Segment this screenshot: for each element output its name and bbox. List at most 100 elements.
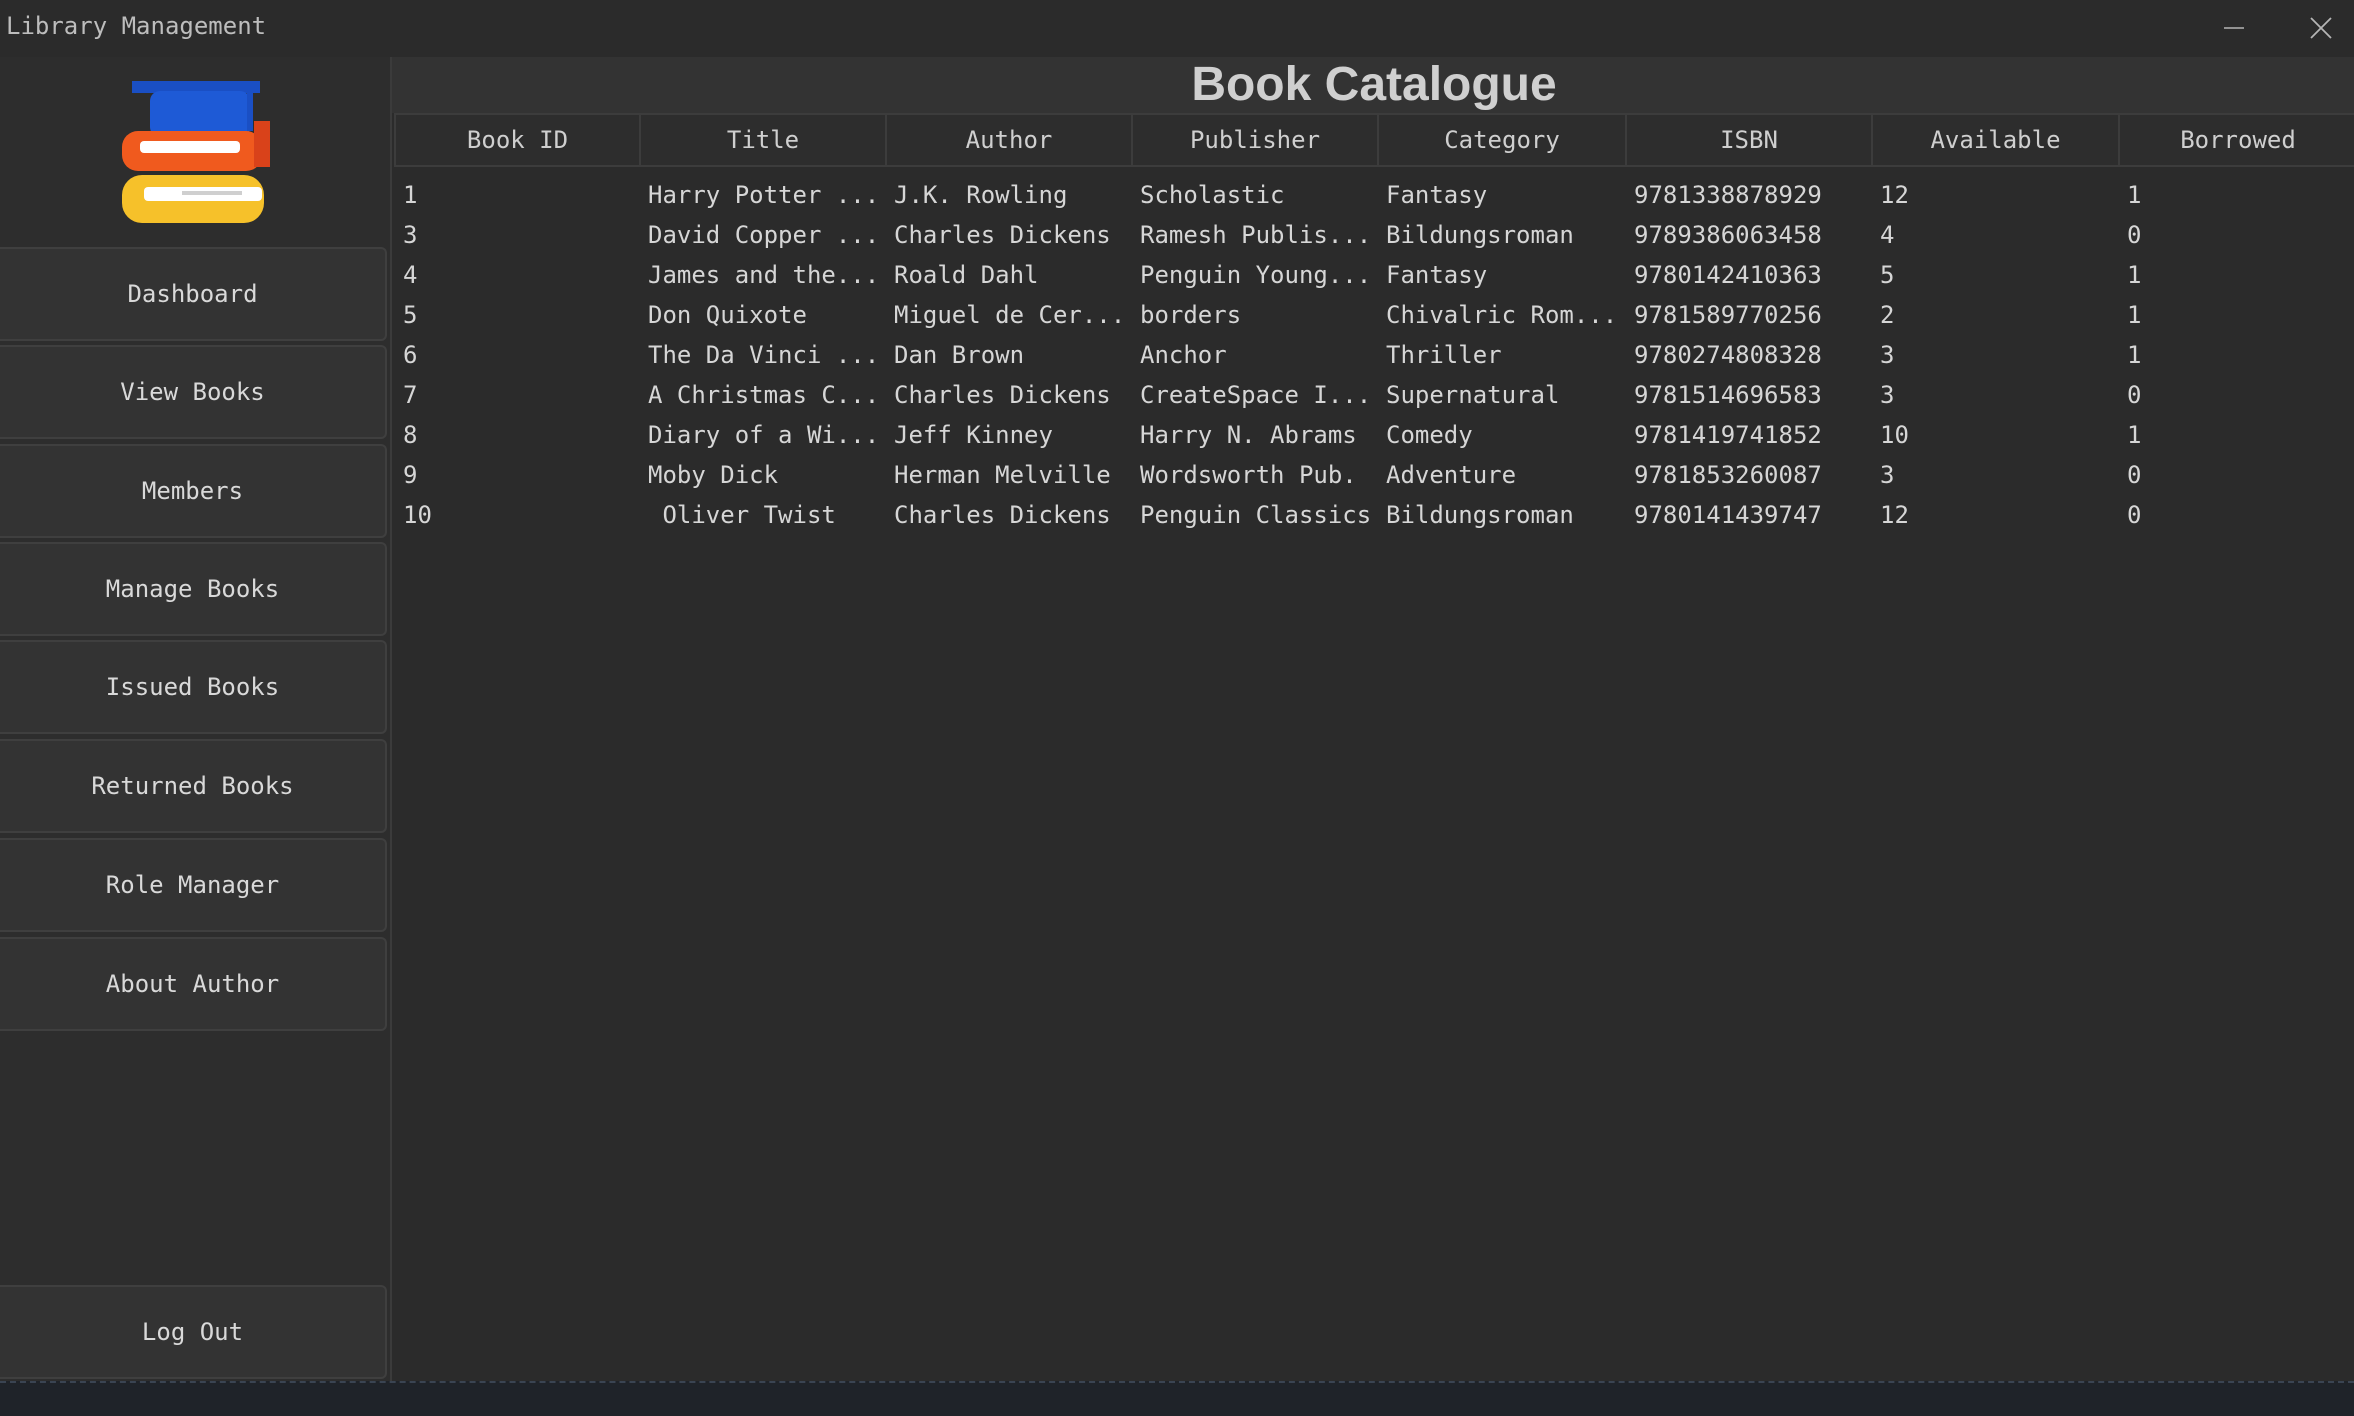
column-header-available[interactable]: Available <box>1871 113 2120 167</box>
table-row[interactable]: 9 Moby Dick Herman Melville Wordsworth Pub.… <box>395 455 2354 495</box>
cell-isbn: 9781853260087 <box>1634 461 1822 489</box>
window-title: Library Management <box>6 12 267 40</box>
logout-button[interactable]: Log Out <box>0 1285 387 1379</box>
cell-borrowed: 0 <box>2127 501 2142 529</box>
cell-category: Chivalric Rom... <box>1386 301 1618 329</box>
sidebar: Dashboard View Books Members Manage Book… <box>0 57 390 1381</box>
cell-isbn: 9780142410363 <box>1634 261 1822 289</box>
nav-manage-books-button[interactable]: Manage Books <box>0 542 387 636</box>
cell-publisher: Penguin Young... <box>1140 261 1372 289</box>
cell-author: Herman Melville <box>894 461 1111 489</box>
table-row[interactable]: 8 Diary of a Wi... Jeff Kinney Harry N. Abr… <box>395 415 2354 455</box>
cell-title: Don Quixote <box>648 301 807 329</box>
cell-book-id: 7 <box>403 381 418 409</box>
cell-book-id: 8 <box>403 421 418 449</box>
table-row[interactable]: 3 David Copper ... Charles Dickens Ramesh P… <box>395 215 2354 255</box>
cell-available: 3 <box>1880 381 1895 409</box>
cell-category: Bildungsroman <box>1386 221 1574 249</box>
column-header-book-id[interactable]: Book ID <box>394 113 641 167</box>
title-bar: Library Management <box>0 0 2354 57</box>
cell-category: Adventure <box>1386 461 1517 489</box>
nav-dashboard-label: Dashboard <box>127 280 258 308</box>
cell-title: Diary of a Wi... <box>648 421 880 449</box>
column-header-publisher[interactable]: Publisher <box>1131 113 1379 167</box>
cell-title: Moby Dick <box>648 461 779 489</box>
table-row[interactable]: 6 The Da Vinci ... Dan Brown Anchor Thriller… <box>395 335 2354 375</box>
cell-borrowed: 1 <box>2127 261 2142 289</box>
cell-available: 4 <box>1880 221 1895 249</box>
nav-dashboard-button[interactable]: Dashboard <box>0 247 387 341</box>
main-content: Book Catalogue Book ID Title Author Publ… <box>390 57 2354 1381</box>
column-header-author[interactable]: Author <box>885 113 1133 167</box>
cell-publisher: Anchor <box>1140 341 1227 369</box>
nav-issued-books-button[interactable]: Issued Books <box>0 640 387 734</box>
cell-publisher: Penguin Classics <box>1140 501 1372 529</box>
column-header-title[interactable]: Title <box>639 113 887 167</box>
cell-category: Fantasy <box>1386 261 1488 289</box>
column-header-category[interactable]: Category <box>1377 113 1627 167</box>
column-header-borrowed[interactable]: Borrowed <box>2118 113 2354 167</box>
cell-available: 12 <box>1880 181 1909 209</box>
cell-category: Bildungsroman <box>1386 501 1574 529</box>
nav-role-manager-button[interactable]: Role Manager <box>0 838 387 932</box>
cell-book-id: 9 <box>403 461 418 489</box>
cell-available: 2 <box>1880 301 1895 329</box>
books-logo-icon <box>122 81 270 223</box>
cell-book-id: 3 <box>403 221 418 249</box>
minimize-icon <box>2224 27 2244 29</box>
cell-isbn: 9780141439747 <box>1634 501 1822 529</box>
column-header-isbn[interactable]: ISBN <box>1625 113 1873 167</box>
cell-publisher: Scholastic <box>1140 181 1285 209</box>
cell-available: 10 <box>1880 421 1909 449</box>
table-row[interactable]: 10 Oliver Twist Charles Dickens Penguin Cl… <box>395 495 2354 535</box>
cell-author: Miguel de Cer... <box>894 301 1126 329</box>
cell-isbn: 9781419741852 <box>1634 421 1822 449</box>
minimize-button[interactable] <box>2208 8 2260 48</box>
nav-returned-books-label: Returned Books <box>91 772 294 800</box>
cell-category: Thriller <box>1386 341 1502 369</box>
cell-borrowed: 0 <box>2127 221 2142 249</box>
book-catalogue-table: Book ID Title Author Publisher Category … <box>394 113 2354 535</box>
nav-about-author-label: About Author <box>105 970 280 998</box>
cell-category: Supernatural <box>1386 381 1560 409</box>
cell-category: Comedy <box>1386 421 1473 449</box>
cell-title: Oliver Twist <box>648 501 836 529</box>
table-row[interactable]: 7 A Christmas C... Charles Dickens CreateSp… <box>395 375 2354 415</box>
cell-available: 3 <box>1880 461 1895 489</box>
table-header-row: Book ID Title Author Publisher Category … <box>394 113 2354 167</box>
cell-available: 5 <box>1880 261 1895 289</box>
cell-author: J.K. Rowling <box>894 181 1068 209</box>
cell-author: Charles Dickens <box>894 381 1111 409</box>
cell-borrowed: 1 <box>2127 181 2142 209</box>
cell-available: 12 <box>1880 501 1909 529</box>
close-icon <box>2310 17 2332 39</box>
cell-publisher: Ramesh Publis... <box>1140 221 1372 249</box>
cell-borrowed: 1 <box>2127 421 2142 449</box>
nav-view-books-label: View Books <box>120 378 265 406</box>
nav-manage-books-label: Manage Books <box>105 575 280 603</box>
cell-author: Roald Dahl <box>894 261 1039 289</box>
cell-book-id: 5 <box>403 301 418 329</box>
nav-members-button[interactable]: Members <box>0 444 387 538</box>
cell-publisher: CreateSpace I... <box>1140 381 1372 409</box>
cell-category: Fantasy <box>1386 181 1488 209</box>
nav-view-books-button[interactable]: View Books <box>0 345 387 439</box>
cell-author: Charles Dickens <box>894 221 1111 249</box>
cell-title: Harry Potter ... <box>648 181 880 209</box>
cell-book-id: 4 <box>403 261 418 289</box>
cell-publisher: borders <box>1140 301 1242 329</box>
table-body: 1 Harry Potter ... J.K. Rowling Scholastic F… <box>395 166 2354 535</box>
cell-isbn: 9789386063458 <box>1634 221 1822 249</box>
table-row[interactable]: 5 Don Quixote Miguel de Cer... borders Chiva… <box>395 295 2354 335</box>
close-button[interactable] <box>2295 8 2347 48</box>
table-row[interactable]: 4 James and the... Roald Dahl Penguin Young… <box>395 255 2354 295</box>
nav-returned-books-button[interactable]: Returned Books <box>0 739 387 833</box>
table-row[interactable]: 1 Harry Potter ... J.K. Rowling Scholastic F… <box>395 166 2354 215</box>
cell-borrowed: 1 <box>2127 301 2142 329</box>
nav-about-author-button[interactable]: About Author <box>0 937 387 1031</box>
cell-borrowed: 1 <box>2127 341 2142 369</box>
cell-title: A Christmas C... <box>648 381 880 409</box>
cell-title: David Copper ... <box>648 221 880 249</box>
cell-borrowed: 0 <box>2127 461 2142 489</box>
cell-author: Dan Brown <box>894 341 1025 369</box>
